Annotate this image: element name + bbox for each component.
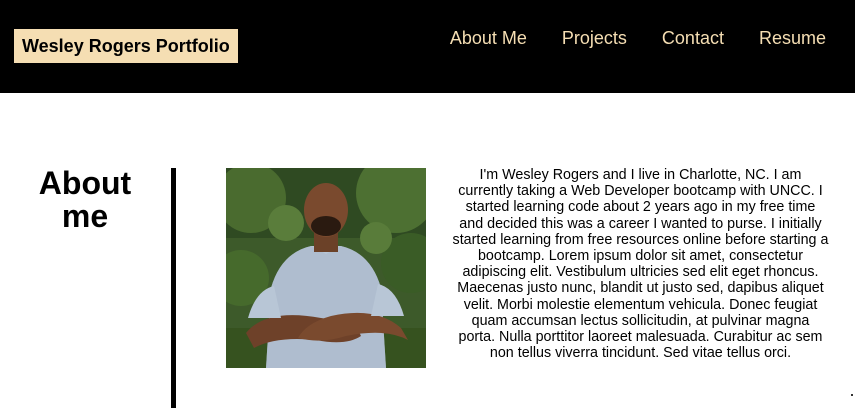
- nav-link-resume[interactable]: Resume: [759, 28, 826, 48]
- section-title: About me: [38, 165, 132, 234]
- nav-link-projects[interactable]: Projects: [562, 28, 627, 48]
- corner-dot: [851, 394, 853, 396]
- nav-link-contact[interactable]: Contact: [662, 28, 724, 48]
- bio-text: I'm Wesley Rogers and I live in Charlott…: [452, 167, 829, 362]
- profile-photo: [226, 168, 426, 368]
- main-nav: About Me Projects Contact Resume: [450, 28, 826, 48]
- nav-link-about-me[interactable]: About Me: [450, 28, 527, 48]
- site-brand[interactable]: Wesley Rogers Portfolio: [14, 29, 238, 63]
- site-header: Wesley Rogers Portfolio About Me Project…: [0, 0, 855, 93]
- section-divider: [171, 168, 176, 408]
